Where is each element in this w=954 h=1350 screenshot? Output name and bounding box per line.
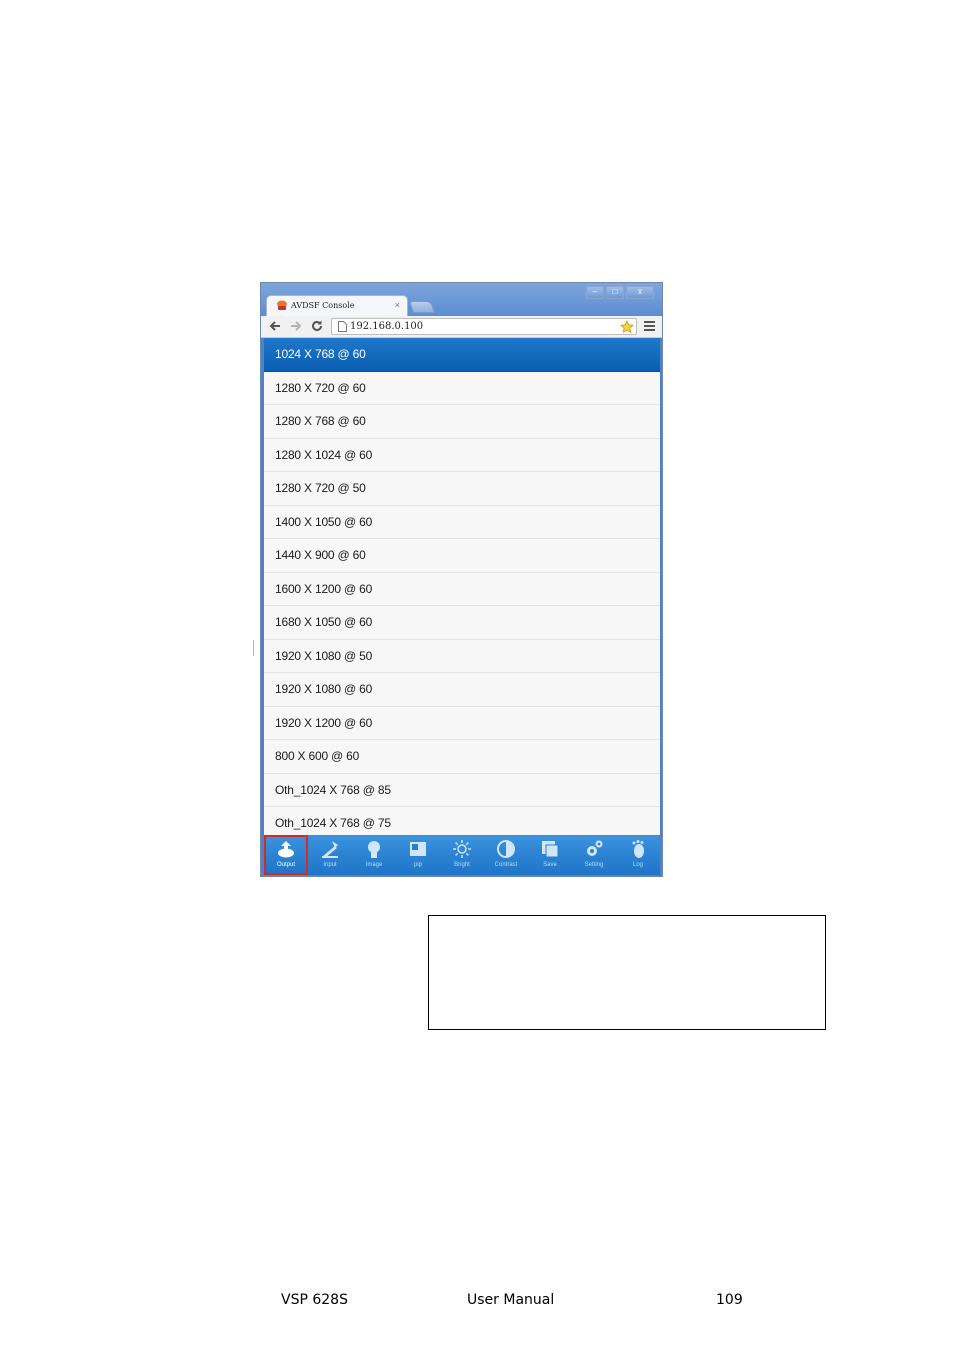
resolution-item[interactable]: 1280 X 720 @ 60 <box>264 372 660 405</box>
nav-item-save[interactable]: Save <box>528 835 572 875</box>
browser-window: – □ x AVDSF Console × 192.168.0.100 1024… <box>260 282 663 877</box>
contrast-icon <box>497 840 515 858</box>
setting-icon <box>587 840 603 856</box>
maximize-button[interactable]: □ <box>606 286 624 299</box>
tab-close-icon[interactable]: × <box>395 300 400 310</box>
resolution-item[interactable]: 1024 X 768 @ 60 <box>264 338 660 372</box>
resolution-item[interactable]: 1920 X 1200 @ 60 <box>264 707 660 740</box>
nav-label: Input <box>323 862 337 868</box>
nav-label: Log <box>632 862 643 868</box>
resolution-item[interactable]: 1400 X 1050 @ 60 <box>264 506 660 539</box>
nav-item-pip[interactable]: pip <box>396 835 440 875</box>
nav-label: Contrast <box>494 862 518 868</box>
favicon-icon <box>277 300 287 310</box>
bookmark-star-icon[interactable] <box>620 320 634 334</box>
nav-label: Save <box>543 862 557 868</box>
nav-label: Bright <box>454 862 470 868</box>
page-icon <box>338 321 347 332</box>
url-text: 192.168.0.100 <box>350 321 424 332</box>
resolution-item[interactable]: 1920 X 1080 @ 50 <box>264 640 660 673</box>
browser-tab[interactable]: AVDSF Console × <box>266 295 408 317</box>
resolution-item[interactable]: 1920 X 1080 @ 60 <box>264 673 660 707</box>
footer-model: VSP 628S <box>281 1292 348 1308</box>
pip-icon <box>410 842 426 856</box>
input-icon <box>322 841 338 858</box>
resolution-item[interactable]: 1280 X 1024 @ 60 <box>264 439 660 472</box>
nav-item-image[interactable]: Image <box>352 835 396 875</box>
menu-icon[interactable] <box>644 320 655 332</box>
output-icon <box>278 841 294 858</box>
resolution-item[interactable]: 1440 X 900 @ 60 <box>264 539 660 573</box>
resolution-item[interactable]: 1600 X 1200 @ 60 <box>264 573 660 606</box>
nav-label: Output <box>276 862 295 868</box>
new-tab-button[interactable] <box>409 301 435 313</box>
nav-label: Image <box>365 862 383 868</box>
minimize-button[interactable]: – <box>586 286 604 299</box>
close-window-button[interactable]: x <box>626 286 654 299</box>
nav-item-input[interactable]: Input <box>308 835 352 875</box>
image-icon <box>368 841 380 858</box>
resolution-item[interactable]: Oth_1024 X 768 @ 75 <box>264 807 660 835</box>
page-number: 109 <box>716 1292 743 1308</box>
nav-label: Setting <box>584 862 604 868</box>
address-bar[interactable]: 192.168.0.100 <box>331 318 637 335</box>
tab-title: AVDSF Console <box>291 301 355 310</box>
resolution-item[interactable]: 1280 X 720 @ 50 <box>264 472 660 506</box>
resolution-list: 1024 X 768 @ 60 1280 X 720 @ 60 1280 X 768… <box>264 338 660 835</box>
log-icon <box>632 840 644 858</box>
save-icon <box>542 841 559 858</box>
resolution-item[interactable]: Oth_1024 X 768 @ 85 <box>264 774 660 807</box>
nav-label: pip <box>413 862 422 868</box>
browser-toolbar: 192.168.0.100 <box>261 316 662 338</box>
bottom-nav-bar: Output Input Image pip Bright Contrast Save Set… <box>264 835 660 875</box>
resolution-item[interactable]: 1680 X 1050 @ 60 <box>264 606 660 640</box>
footer-title: User Manual <box>467 1292 555 1308</box>
window-controls: – □ x <box>586 286 654 299</box>
bright-icon <box>453 840 471 858</box>
forward-arrow-icon[interactable] <box>289 319 303 333</box>
nav-item-output[interactable]: Output <box>264 835 308 875</box>
nav-item-log[interactable]: Log <box>616 835 660 875</box>
resolution-list-view: 1024 X 768 @ 60 1280 X 720 @ 60 1280 X 768… <box>264 338 660 835</box>
note-box <box>428 915 826 1030</box>
nav-item-bright[interactable]: Bright <box>440 835 484 875</box>
nav-item-setting[interactable]: Setting <box>572 835 616 875</box>
resolution-item[interactable]: 1280 X 768 @ 60 <box>264 405 660 439</box>
margin-mark <box>253 640 254 656</box>
title-bar: – □ x AVDSF Console × <box>261 283 662 317</box>
nav-item-contrast[interactable]: Contrast <box>484 835 528 875</box>
resolution-item[interactable]: 800 X 600 @ 60 <box>264 740 660 774</box>
back-arrow-icon[interactable] <box>268 319 282 333</box>
reload-icon[interactable] <box>310 319 324 333</box>
